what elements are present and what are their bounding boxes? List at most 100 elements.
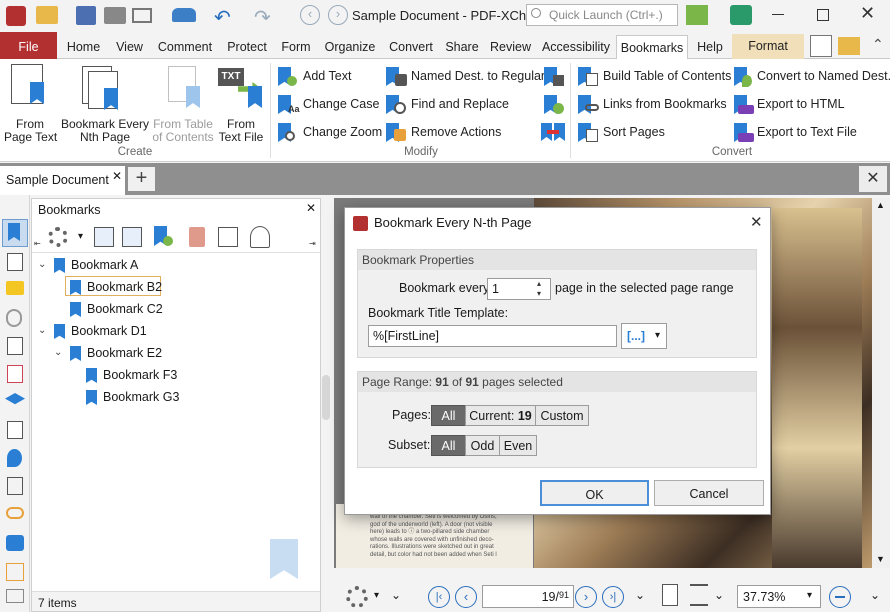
subset-odd-option[interactable]: Odd [465,435,500,456]
scanner-icon[interactable] [172,8,196,22]
change-case-button[interactable]: Aa Change Case [278,94,379,116]
links-icon[interactable] [6,507,24,519]
document-properties-icon[interactable] [810,35,832,57]
view-more-icon[interactable]: ⌄ [714,588,724,602]
open-folder-icon[interactable] [36,6,58,24]
new-tab-button[interactable]: + [128,167,155,191]
tree-item[interactable]: Bookmark D1 [71,324,147,338]
status-options-gear-icon[interactable] [346,586,368,608]
tree-item[interactable]: Bookmark C2 [87,302,163,316]
undo-icon[interactable]: ↶ [214,5,231,30]
sort-pages-button[interactable]: Sort Pages [578,122,668,144]
nav-more-icon[interactable]: ⌄ [635,588,645,602]
pages-custom-option[interactable]: Custom [535,405,589,426]
insert-macro-button[interactable]: [...] ▾ [621,323,667,349]
attachments-icon[interactable] [6,309,22,327]
expand-chevron-icon[interactable]: ⌄ [38,325,46,336]
tab-organize[interactable]: Organize [322,35,378,59]
email-icon[interactable] [132,8,152,23]
previous-page-icon[interactable]: ‹ [455,586,477,608]
from-text-file-button[interactable]: TXT From Text File [216,62,266,144]
minimize-icon[interactable] [772,14,784,15]
single-page-view-icon[interactable] [662,584,678,606]
tree-item[interactable]: Bookmark A [71,258,138,272]
toolbar-more-icon[interactable]: ⌄ [391,588,401,602]
tab-bookmarks[interactable]: Bookmarks [616,35,688,60]
tab-home[interactable]: Home [62,35,105,59]
quick-launch-input[interactable]: Quick Launch (Ctrl+.) [526,4,678,26]
structure-icon[interactable] [7,477,23,495]
modify-extra-button-1[interactable] [544,67,564,87]
subset-even-option[interactable]: Even [499,435,537,456]
tree-item[interactable]: Bookmark E2 [87,346,162,360]
zoom-dropdown-chevron-icon[interactable]: ▾ [807,590,812,601]
save-icon[interactable] [76,6,96,25]
toolbar-expand-icon[interactable]: ⇥ [309,239,316,248]
expand-chevron-icon[interactable]: ⌄ [38,259,46,270]
change-zoom-button[interactable]: Change Zoom [278,122,382,144]
stepper-arrows-icon[interactable]: ▴ ▾ [537,279,541,299]
title-template-input[interactable]: %[FirstLine] [368,325,617,347]
tab-view[interactable]: View [112,35,147,59]
export-to-html-button[interactable]: Export to HTML [734,94,854,116]
close-window-icon[interactable]: ✕ [860,3,875,24]
back-icon[interactable]: ‹ [300,5,320,25]
zoom-more-icon[interactable]: ⌄ [870,588,880,602]
pages-current-option[interactable]: Current: 19 [465,405,536,426]
links-from-bookmarks-button[interactable]: Links from Bookmarks [578,94,728,116]
tab-comment[interactable]: Comment [154,35,216,59]
from-table-of-contents-button[interactable]: From Table of Contents [152,62,214,144]
build-table-of-contents-button[interactable]: Build Table of Contents [578,66,731,88]
forward-icon[interactable]: › [328,5,348,25]
find-and-replace-button[interactable]: Find and Replace [386,94,509,116]
named-dest-to-regular-button[interactable]: Named Dest. to Regular [386,66,545,88]
tab-convert[interactable]: Convert [385,35,437,59]
tags-icon[interactable] [7,421,23,439]
layers-icon[interactable] [5,393,25,405]
status-options-chevron-icon[interactable]: ▾ [374,590,379,601]
next-page-icon[interactable]: › [575,586,597,608]
remove-actions-button[interactable]: Remove Actions [386,122,502,144]
options-chevron-down-icon[interactable]: ▾ [78,231,83,242]
fit-width-icon[interactable] [690,584,708,606]
scroll-down-icon[interactable]: ▼ [876,554,885,564]
cancel-button[interactable]: Cancel [654,480,764,506]
properties-icon[interactable] [218,227,238,247]
vertical-scrollbar[interactable]: ▲ ▼ [872,198,890,568]
tab-review[interactable]: Review [487,35,534,59]
new-child-bookmark-icon[interactable] [122,227,142,247]
tab-format[interactable]: Format [732,34,804,59]
convert-to-named-dest-button[interactable]: Convert to Named Dest. [734,66,890,88]
tab-protect[interactable]: Protect [222,35,272,59]
panel-splitter-handle[interactable] [322,375,330,420]
pages-icon[interactable] [7,253,23,271]
redo-icon[interactable]: ↷ [254,5,271,30]
from-page-text-button[interactable]: From Page Text [4,62,57,144]
subset-all-option[interactable]: All [431,435,466,456]
tab-sample-document[interactable]: Sample Document ✕ [0,166,125,195]
last-page-icon[interactable]: ›| [602,586,624,608]
folder-icon[interactable] [838,37,860,55]
close-panel-icon[interactable]: ✕ [306,201,316,215]
add-text-button[interactable]: Add Text [278,66,378,88]
print-icon[interactable] [104,7,126,24]
tab-share[interactable]: Share [444,35,480,59]
toolbar-collapse-icon[interactable]: ⇤ [34,239,41,248]
export-to-text-file-button[interactable]: Export to Text File [734,122,864,144]
tree-item[interactable]: Bookmark F3 [103,368,177,382]
tree-item[interactable]: Bookmark B2 [87,280,162,294]
tab-file[interactable]: File [0,32,57,59]
comments-icon[interactable] [6,281,24,295]
fields-icon[interactable] [6,563,24,581]
check-bookmarks-icon[interactable] [250,226,270,248]
labels-icon[interactable] [6,535,24,551]
close-document-button[interactable]: ✕ [859,166,887,192]
page-number-input[interactable]: 19/91 [482,585,574,608]
tab-form[interactable]: Form [278,35,314,59]
bookmark-every-nth-page-button[interactable]: Bookmark Every Nth Page [60,62,150,144]
delete-trash-icon[interactable] [189,227,205,247]
signatures-icon[interactable] [7,365,23,383]
tab-help[interactable]: Help [693,35,727,59]
more-panels-icon[interactable] [6,589,24,603]
tree-item[interactable]: Bookmark G3 [103,390,179,404]
